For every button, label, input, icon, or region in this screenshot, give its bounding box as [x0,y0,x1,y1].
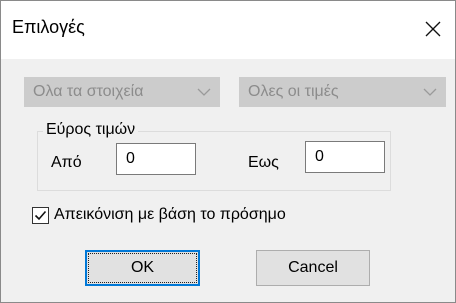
from-label: Από [51,154,82,171]
to-input[interactable]: 0 [305,141,385,173]
to-input-value: 0 [315,148,324,165]
ok-button[interactable]: OK [85,250,200,286]
title-bar: Επιλογές [1,1,455,59]
close-icon [425,21,441,37]
checkmark-icon [34,210,47,221]
values-dropdown[interactable]: Ολες οι τιμές [239,77,446,107]
to-label: Εως [248,154,279,171]
focus-rectangle [88,253,197,283]
values-dropdown-value: Ολες οι τιμές [248,83,339,100]
from-input-value: 0 [126,150,135,167]
sign-option-checkbox[interactable] [32,207,49,224]
value-range-group-label: Εύρος τιμών [43,121,139,139]
options-dialog: Επιλογές Ολα τα στοιχεία Ολες οι τιμές Ε… [0,0,456,303]
items-dropdown-value: Ολα τα στοιχεία [33,83,144,100]
from-input[interactable]: 0 [116,143,196,175]
chevron-down-icon [197,88,211,96]
cancel-button-label: Cancel [288,259,338,276]
cancel-button[interactable]: Cancel [256,250,370,286]
close-button[interactable] [411,9,455,49]
dialog-title: Επιλογές [12,17,85,37]
items-dropdown[interactable]: Ολα τα στοιχεία [24,77,220,107]
chevron-down-icon [423,88,437,96]
sign-option-label[interactable]: Απεικόνιση με βάση το πρόσημο [54,206,286,224]
